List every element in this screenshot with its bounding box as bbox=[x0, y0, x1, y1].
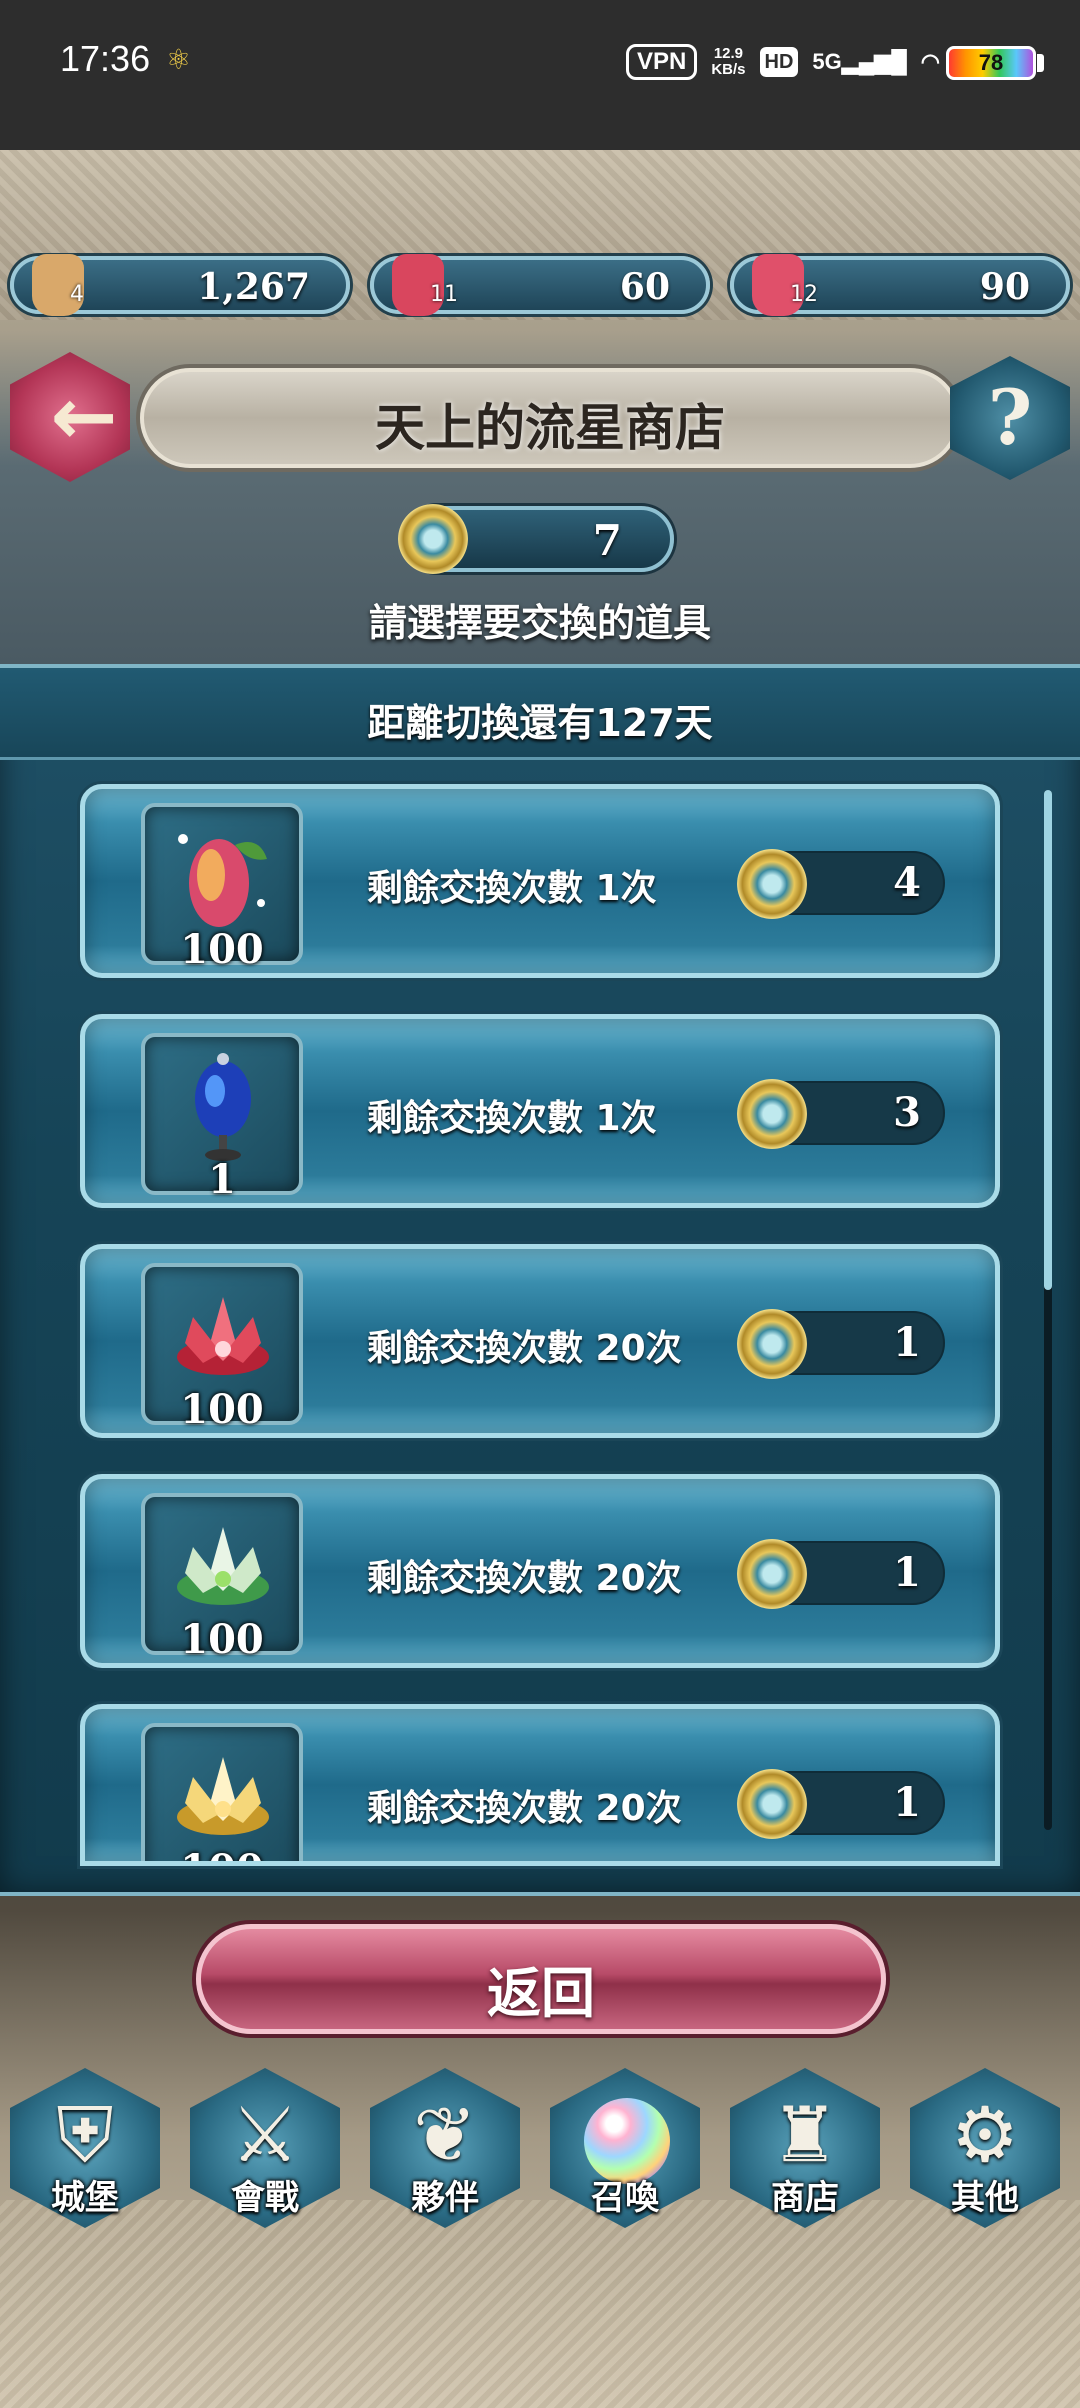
currency-value: 90 bbox=[979, 266, 1030, 308]
star-medal-icon bbox=[398, 504, 468, 574]
shop-tower-icon: ♜ bbox=[770, 2090, 840, 2179]
nav-battle[interactable]: ⚔ 會戰 bbox=[180, 2068, 350, 2244]
item-icon-frame: 1 bbox=[141, 1033, 303, 1203]
countdown-text: 距離切換還有127天 bbox=[367, 701, 713, 745]
cost-value: 4 bbox=[893, 859, 921, 906]
star-medal-icon bbox=[737, 1769, 807, 1839]
item-quantity: 100 bbox=[180, 1386, 264, 1433]
item-icon-frame: 100 bbox=[141, 1263, 303, 1433]
nav-other[interactable]: ⚙ 其他 bbox=[900, 2068, 1070, 2244]
shop-item-row[interactable]: 100 剩餘交換次數 20次 1 bbox=[80, 1244, 1000, 1438]
page-title: 天上的流星商店 bbox=[375, 398, 725, 457]
title-banner: 天上的流星商店 bbox=[140, 368, 960, 468]
star-medal-icon bbox=[737, 1079, 807, 1149]
nav-label: 商店 bbox=[771, 2178, 839, 2218]
shop-item-row[interactable]: 100 剩餘交換次數 20次 1 bbox=[80, 1704, 1000, 1866]
red-lotus-icon bbox=[177, 1297, 269, 1375]
nav-allies[interactable]: ❦ 夥伴 bbox=[360, 2068, 530, 2244]
instruction-text: 請選擇要交換的道具 bbox=[368, 601, 711, 645]
gold-lotus-icon bbox=[177, 1757, 269, 1835]
network-rate: 12.9 KB/s bbox=[711, 45, 746, 78]
currency-value: 60 bbox=[619, 266, 670, 308]
nav-label: 其他 bbox=[951, 2178, 1019, 2218]
item-quantity: 100 bbox=[180, 1616, 264, 1663]
star-medal-icon bbox=[737, 1309, 807, 1379]
item-quantity: 1 bbox=[208, 1156, 236, 1203]
currency-bar-1: 4 1,267 bbox=[10, 254, 350, 316]
star-medal-icon bbox=[737, 849, 807, 919]
scrollbar-thumb[interactable] bbox=[1044, 790, 1052, 1290]
nav-summon[interactable]: 召喚 bbox=[540, 2068, 710, 2244]
hd-badge: HD bbox=[759, 47, 799, 77]
signal-5g-icon: 5G▂▄▆█ bbox=[812, 49, 907, 74]
currency-bar-3: 12 90 bbox=[730, 254, 1070, 316]
mango-fruit-icon bbox=[178, 834, 267, 927]
nav-label: 會戰 bbox=[231, 2178, 299, 2218]
currency-value: 1,267 bbox=[197, 266, 310, 308]
cost-value: 1 bbox=[893, 1319, 921, 1366]
battery-icon: 78 bbox=[946, 46, 1036, 80]
vpn-badge: VPN bbox=[625, 44, 698, 80]
blue-orb-vessel-icon bbox=[195, 1053, 251, 1161]
green-lotus-icon bbox=[177, 1527, 269, 1605]
wing-icon: ❦ bbox=[413, 2090, 477, 2179]
item-cost: 3 bbox=[737, 1079, 945, 1149]
cost-value: 1 bbox=[893, 1549, 921, 1596]
atom-icon: ⚛ bbox=[166, 43, 192, 76]
remaining-exchanges: 剩餘交換次數 1次 bbox=[367, 1098, 657, 1139]
remaining-exchanges: 剩餘交換次數 20次 bbox=[367, 1558, 682, 1599]
clock: 17:36 bbox=[60, 38, 151, 79]
nav-label: 召喚 bbox=[591, 2178, 659, 2218]
cost-value: 1 bbox=[893, 1779, 921, 1826]
item-quantity: 100 bbox=[145, 1846, 299, 1861]
remaining-exchanges: 剩餘交換次數 20次 bbox=[367, 1788, 682, 1829]
item-quantity: 100 bbox=[180, 926, 264, 973]
crossed-swords-icon: ⚔ bbox=[230, 2090, 300, 2179]
item-cost: 1 bbox=[737, 1309, 945, 1379]
points-display: 7 bbox=[398, 504, 674, 574]
panel-header: 距離切換還有127天 bbox=[0, 668, 1080, 760]
nav-castle[interactable]: ⛨ 城堡 bbox=[0, 2068, 170, 2244]
return-label: 返回 bbox=[487, 1962, 595, 2025]
gear-icon: ⚙ bbox=[950, 2090, 1020, 2179]
remaining-exchanges: 剩餘交換次數 20次 bbox=[367, 1328, 682, 1369]
item-cost: 4 bbox=[737, 849, 945, 919]
item-icon-frame: 100 bbox=[141, 1723, 303, 1861]
item-icon-frame: 100 bbox=[141, 803, 303, 973]
wifi-icon: ◠ bbox=[920, 49, 940, 74]
shop-item-row[interactable]: 1 剩餘交換次數 1次 3 bbox=[80, 1014, 1000, 1208]
status-icons: VPN 12.9 KB/s HD 5G▂▄▆█ ◠ bbox=[625, 42, 940, 82]
star-medal-icon bbox=[737, 1539, 807, 1609]
points-value: 7 bbox=[592, 516, 622, 565]
currency-bar-2: 11 60 bbox=[370, 254, 710, 316]
shop-item-row[interactable]: 100 剩餘交換次數 20次 1 bbox=[80, 1474, 1000, 1668]
item-cost: 1 bbox=[737, 1769, 945, 1839]
return-button[interactable]: 返回 bbox=[196, 1924, 886, 2034]
shop-item-row[interactable]: 100 剩餘交換次數 1次 4 bbox=[80, 784, 1000, 978]
cost-value: 3 bbox=[893, 1089, 921, 1136]
castle-crest-icon: ⛨ bbox=[56, 2090, 114, 2179]
remaining-exchanges: 剩餘交換次數 1次 bbox=[367, 868, 657, 909]
nav-shop[interactable]: ♜ 商店 bbox=[720, 2068, 890, 2244]
nav-label: 夥伴 bbox=[411, 2178, 479, 2218]
item-cost: 1 bbox=[737, 1539, 945, 1609]
battery-tip bbox=[1037, 54, 1044, 72]
item-icon-frame: 100 bbox=[141, 1493, 303, 1663]
nav-label: 城堡 bbox=[51, 2178, 119, 2218]
